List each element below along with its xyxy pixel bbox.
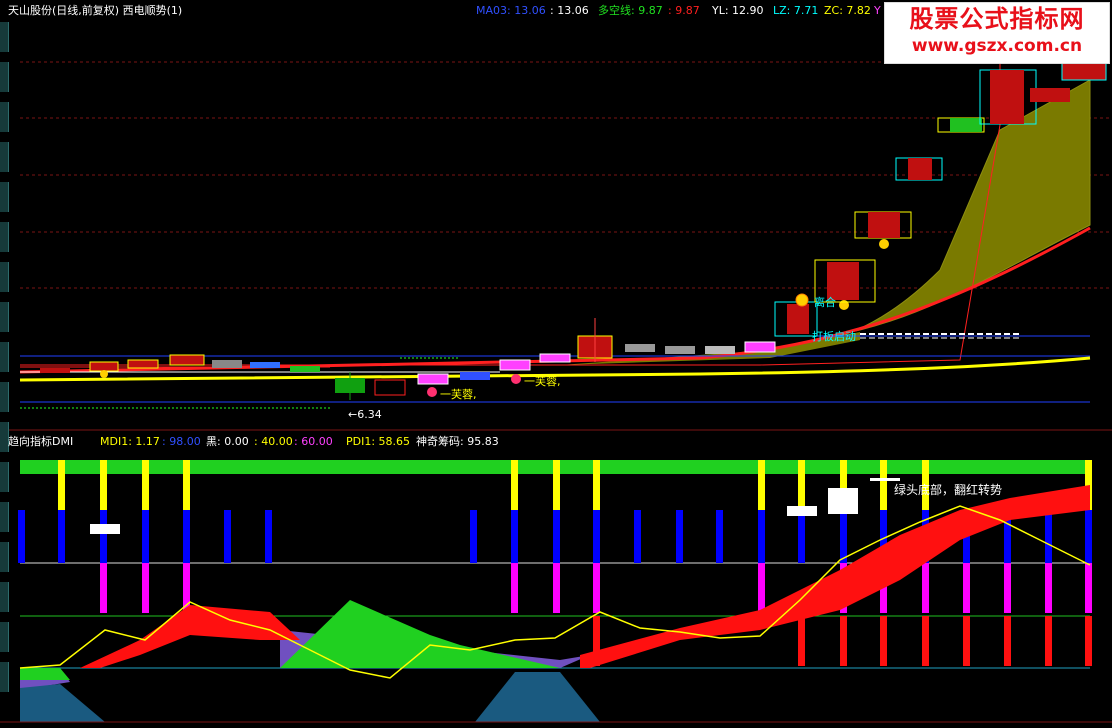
sidebar-tab[interactable] (0, 502, 9, 532)
y-tail-label: Y (874, 4, 881, 17)
zc-label: ZC: 7.82 (824, 4, 871, 17)
watermark-title: 股票公式指标网 (909, 5, 1085, 33)
sidebar-tab[interactable] (0, 102, 9, 132)
magenta-bars (100, 563, 1092, 613)
dmi-header: 趋向指标DMI MDI1: 1.17 : 98.00 黑: 0.00 : 40.… (0, 431, 1112, 453)
stock-chart-window: 天山股份(日线,前复权) 西电顺势(1) MA03: 13.06 : 13.06… (0, 0, 1112, 728)
sidebar-tab[interactable] (0, 182, 9, 212)
sidebar-tab[interactable] (0, 542, 9, 572)
fu-rong-icon (511, 374, 521, 384)
dkx-label: 多空线: 9.87 (598, 4, 663, 17)
mdi-value: : 98.00 (162, 435, 201, 448)
sidebar-tab[interactable] (0, 342, 9, 372)
hei-label: 黑: 0.00 (206, 435, 249, 448)
sidebar-tab[interactable] (0, 142, 9, 172)
teal-area (20, 684, 105, 722)
sidebar-tab[interactable] (0, 662, 9, 692)
lz-label: LZ: 7.71 (773, 4, 819, 17)
v40-label: : 40.00 (254, 435, 293, 448)
sidebar-tab[interactable] (0, 462, 9, 492)
sidebar-tab[interactable] (0, 622, 9, 652)
sidebar-tab[interactable] (0, 222, 9, 252)
ma03-value: : 13.06 (550, 4, 589, 17)
dmi-pane (0, 460, 1112, 723)
left-sidebar (0, 22, 9, 722)
site-watermark: 股票公式指标网 www.gszx.com.cn (884, 2, 1110, 64)
sidebar-tab[interactable] (0, 62, 9, 92)
teal-area (475, 672, 600, 722)
sidebar-tab[interactable] (0, 382, 9, 412)
sidebar-tab[interactable] (0, 582, 9, 612)
fu-rong-icon (427, 387, 437, 397)
shenqi-label: 神奇筹码: 95.83 (416, 435, 499, 448)
pdi-label: PDI1: 58.65 (346, 435, 411, 448)
da-ban-label: 打板启动 (812, 330, 856, 343)
sidebar-tab[interactable] (0, 302, 9, 332)
dkx-value: : 9.87 (668, 4, 700, 17)
chart-title: 天山股份(日线,前复权) 西电顺势(1) (8, 4, 183, 17)
huan-he-label: 离合 (814, 296, 836, 309)
green-head-label: 绿头底部，翻红转势 (894, 483, 1003, 497)
sidebar-tab[interactable] (0, 262, 9, 292)
fu-rong-label-2: 一芙蓉, (524, 375, 561, 388)
low-price-label: ←6.34 (348, 408, 382, 421)
ma03-label: MA03: 13.06 (476, 4, 546, 17)
chart-canvas[interactable] (0, 0, 1112, 728)
v60-label: : 60.00 (294, 435, 333, 448)
fu-rong-label-1: 一芙蓉, (440, 388, 477, 401)
yl-label: YL: 12.90 (712, 4, 764, 17)
sidebar-tab[interactable] (0, 22, 9, 52)
dmi-title: 趋向指标DMI (8, 435, 74, 448)
mdi-label: MDI1: 1.17 (100, 435, 160, 448)
red-dmi-band (80, 605, 300, 668)
watermark-url: www.gszx.com.cn (911, 36, 1083, 56)
white-marker (90, 524, 120, 534)
white-marker (787, 506, 817, 516)
white-marker (828, 488, 858, 514)
